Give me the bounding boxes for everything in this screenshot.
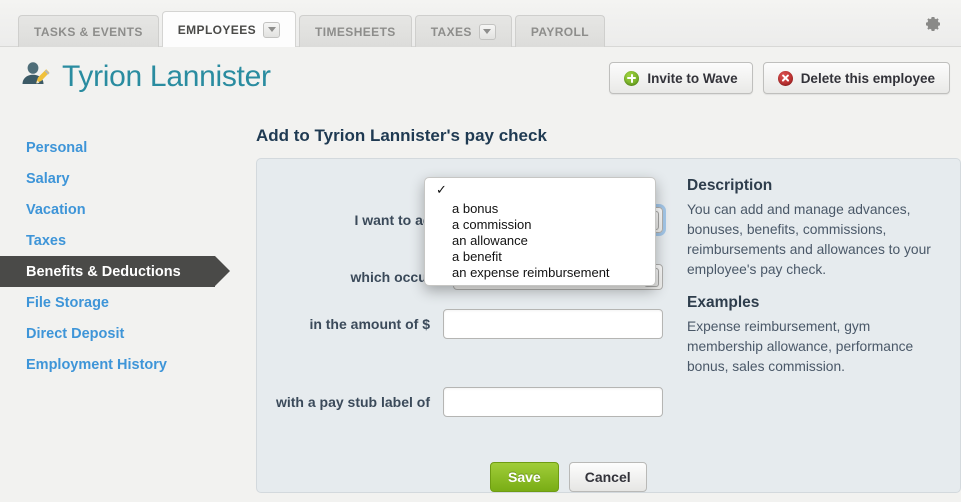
dropdown-option-a-commission[interactable]: a commission: [425, 216, 655, 232]
form-row-amount: in the amount of $: [257, 309, 685, 339]
amount-label: in the amount of $: [309, 316, 430, 332]
tab-label: TASKS & EVENTS: [34, 24, 143, 39]
tab-payroll[interactable]: PAYROLL: [514, 15, 605, 47]
sidebar-item-label: Salary: [26, 170, 70, 187]
tab-tasks-and-events[interactable]: TASKS & EVENTS: [18, 15, 159, 47]
sidebar-item-vacation[interactable]: Vacation: [0, 194, 238, 225]
amount-input[interactable]: [443, 309, 663, 339]
tab-label: TIMESHEETS: [315, 24, 396, 39]
sidebar-item-label: Personal: [26, 139, 88, 156]
description-body: You can add and manage advances, bonuses…: [687, 202, 931, 277]
plus-circle-icon: [624, 70, 640, 86]
sidebar-item-file-storage[interactable]: File Storage: [0, 287, 238, 318]
delete-employee-button[interactable]: Delete this employee: [762, 62, 950, 94]
dropdown-option-label: an expense reimbursement: [452, 264, 610, 280]
sidebar-item-salary[interactable]: Salary: [0, 163, 238, 194]
dropdown-option-a-benefit[interactable]: a benefit: [425, 248, 655, 264]
tab-label: TAXES: [430, 24, 472, 39]
want-to-add-dropdown-menu[interactable]: ✓ a bonus a commission an allowance a be…: [424, 177, 656, 286]
app-root: TASKS & EVENTS EMPLOYEES TIMESHEETS TAXE…: [0, 0, 961, 502]
dropdown-option-a-bonus[interactable]: a bonus: [425, 200, 655, 216]
invite-to-wave-button[interactable]: Invite to Wave: [609, 62, 753, 94]
examples-body: Expense reimbursement, gym membership al…: [687, 319, 914, 374]
dropdown-option-label: a commission: [452, 216, 532, 232]
page-title-wrapper: Tyrion Lannister: [18, 57, 271, 96]
form-row-paystub-label: with a pay stub label of: [257, 387, 685, 417]
sidebar-item-benefits-and-deductions[interactable]: Benefits & Deductions: [0, 256, 230, 287]
dropdown-option-an-allowance[interactable]: an allowance: [425, 232, 655, 248]
sidebar-item-label: File Storage: [26, 294, 109, 311]
paystub-input[interactable]: [443, 387, 663, 417]
form-actions: Save Cancel: [490, 462, 647, 492]
section-title: Add to Tyrion Lannister's pay check: [256, 126, 547, 145]
chevron-down-icon[interactable]: [263, 21, 281, 38]
tab-taxes[interactable]: TAXES: [414, 15, 512, 47]
dropdown-option-empty-selected[interactable]: ✓: [425, 182, 655, 200]
save-button[interactable]: Save: [490, 462, 559, 492]
delete-employee-label: Delete this employee: [800, 70, 935, 86]
paystub-label: with a pay stub label of: [275, 394, 430, 410]
page-title: Tyrion Lannister: [62, 59, 271, 93]
dropdown-option-an-expense-reimbursement[interactable]: an expense reimbursement: [425, 264, 655, 280]
sidebar-item-label: Employment History: [26, 356, 167, 373]
tab-strip: TASKS & EVENTS EMPLOYEES TIMESHEETS TAXE…: [18, 11, 608, 47]
tab-label: PAYROLL: [530, 24, 589, 39]
dropdown-option-label: a bonus: [452, 200, 499, 216]
sidebar-item-direct-deposit[interactable]: Direct Deposit: [0, 318, 238, 349]
sidebar-item-label: Benefits & Deductions: [26, 263, 181, 280]
sidebar-item-employment-history[interactable]: Employment History: [0, 349, 238, 380]
sidebar-item-label: Vacation: [26, 201, 86, 218]
gear-icon[interactable]: [921, 12, 945, 36]
tab-timesheets[interactable]: TIMESHEETS: [299, 15, 412, 47]
sidebar-item-taxes[interactable]: Taxes: [0, 225, 238, 256]
sidebar-item-label: Direct Deposit: [26, 325, 125, 342]
user-edit-icon: [18, 57, 52, 96]
dropdown-option-label: a benefit: [452, 248, 502, 264]
header-actions: Invite to Wave Delete this employee: [609, 62, 950, 94]
description-heading: Description: [687, 177, 773, 194]
sidebar-nav: Personal Salary Vacation Taxes Benefits …: [0, 132, 238, 380]
tab-label: EMPLOYEES: [177, 22, 257, 37]
page-header: Tyrion Lannister Invite to Wave Delete t…: [0, 47, 961, 111]
chevron-down-icon[interactable]: [478, 23, 496, 40]
cancel-button[interactable]: Cancel: [568, 462, 647, 492]
top-tab-bar: TASKS & EVENTS EMPLOYEES TIMESHEETS TAXE…: [0, 0, 961, 47]
sidebar-item-label: Taxes: [26, 232, 67, 249]
check-icon: ✓: [436, 182, 447, 197]
description-panel: Description You can add and manage advan…: [687, 177, 937, 391]
sidebar-item-personal[interactable]: Personal: [0, 132, 238, 163]
invite-to-wave-label: Invite to Wave: [647, 70, 738, 86]
dropdown-option-label: an allowance: [452, 232, 528, 248]
tab-employees[interactable]: EMPLOYEES: [161, 11, 297, 47]
close-circle-icon: [777, 70, 793, 86]
examples-heading: Examples: [687, 294, 760, 311]
